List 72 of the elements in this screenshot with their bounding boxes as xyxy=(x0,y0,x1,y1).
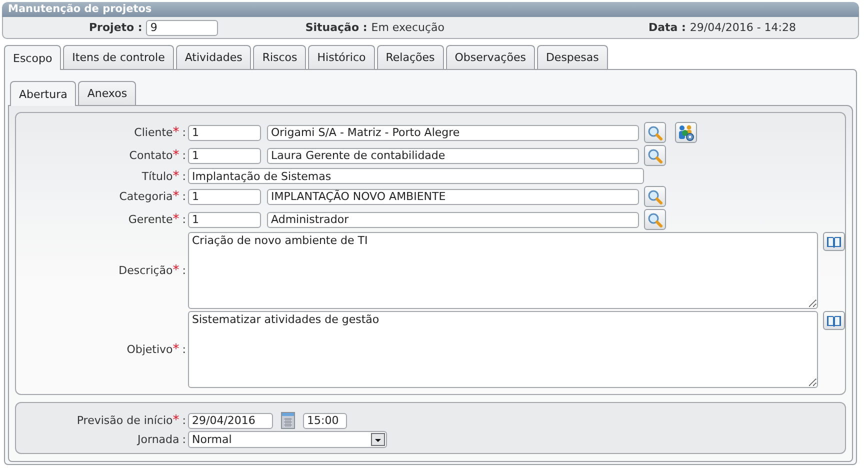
tab[interactable]: Itens de controle xyxy=(63,45,174,69)
required-mark: * xyxy=(172,215,180,225)
select-field[interactable]: Normal xyxy=(188,431,387,448)
tab[interactable]: Anexos xyxy=(78,81,136,105)
tab[interactable]: Relações xyxy=(376,45,444,69)
search-button[interactable] xyxy=(644,122,666,143)
code-field[interactable]: 1 xyxy=(188,148,261,164)
field-label: Objetivo xyxy=(126,343,173,356)
required-mark: * xyxy=(172,416,180,426)
field-label: Contato xyxy=(129,149,173,162)
search-button[interactable] xyxy=(644,186,666,207)
label-separator: : xyxy=(182,264,186,277)
code-field[interactable]: 1 xyxy=(188,188,261,204)
required-mark: * xyxy=(172,172,180,182)
field-label: Título xyxy=(142,170,173,182)
status-value: Em execução xyxy=(371,21,444,34)
label-separator: : xyxy=(182,343,186,356)
field-label: Cliente xyxy=(134,126,173,139)
required-mark: * xyxy=(172,345,180,355)
search-icon xyxy=(647,148,663,164)
text-area[interactable]: Sistematizar atividades de gestão xyxy=(188,311,818,388)
name-field[interactable]: Laura Gerente de contabilidade xyxy=(267,148,639,164)
name-field[interactable]: IMPLANTAÇÃO NOVO AMBIENTE xyxy=(267,188,639,204)
book-icon xyxy=(826,234,842,248)
required-mark: * xyxy=(172,266,180,276)
code-field[interactable]: 1 xyxy=(188,212,261,228)
field-label: Descrição xyxy=(118,264,173,277)
name-field[interactable]: Origami S/A - Matriz - Porto Alegre xyxy=(267,124,639,140)
date-field[interactable]: 29/04/2016 xyxy=(188,412,273,428)
search-button[interactable] xyxy=(644,209,666,230)
label-separator: : xyxy=(182,213,186,226)
tab[interactable]: Abertura xyxy=(10,81,76,106)
tab[interactable]: Observações xyxy=(446,45,535,69)
book-button[interactable] xyxy=(823,232,845,251)
required-mark: * xyxy=(172,128,180,138)
search-icon xyxy=(647,188,663,204)
search-button[interactable] xyxy=(644,145,666,166)
tab[interactable]: Atividades xyxy=(176,45,252,69)
project-field[interactable]: 9 xyxy=(146,20,218,36)
label-separator: : xyxy=(182,149,186,162)
required-mark: * xyxy=(172,151,180,161)
tab[interactable]: Despesas xyxy=(536,45,608,69)
tab[interactable]: Riscos xyxy=(253,45,306,69)
field-label: Previsão de início xyxy=(76,414,173,427)
calendar-icon[interactable] xyxy=(281,412,295,429)
field-label: Gerente xyxy=(128,213,173,226)
label-separator: : xyxy=(182,414,186,427)
people-button[interactable] xyxy=(675,122,697,143)
text-area[interactable]: Criação de novo ambiente de TI xyxy=(188,232,818,309)
people-gear-icon xyxy=(677,124,695,142)
field-label: Jornada xyxy=(138,433,180,446)
label-separator: : xyxy=(182,433,186,446)
label-separator: : xyxy=(182,126,186,139)
tab[interactable]: Escopo xyxy=(4,45,62,70)
field-label: Categoria xyxy=(119,190,173,203)
name-field[interactable]: Administrador xyxy=(267,212,639,228)
search-icon xyxy=(647,212,663,228)
code-field[interactable]: 1 xyxy=(188,124,261,140)
time-field[interactable]: 15:00 xyxy=(303,412,347,428)
book-icon xyxy=(826,314,842,328)
date-label: Data : xyxy=(648,21,686,34)
book-button[interactable] xyxy=(823,311,845,330)
date-value: 29/04/2016 - 14:28 xyxy=(690,21,796,34)
window-title: Manutenção de projetos xyxy=(8,3,152,15)
search-icon xyxy=(647,124,663,140)
tab[interactable]: Histórico xyxy=(308,45,375,69)
required-mark: * xyxy=(172,192,180,202)
text-field[interactable]: Implantação de Sistemas xyxy=(188,168,644,184)
status-label: Situação : xyxy=(305,21,368,34)
label-separator: : xyxy=(182,170,186,182)
project-label: Projeto : xyxy=(89,21,142,34)
label-separator: : xyxy=(182,190,186,203)
